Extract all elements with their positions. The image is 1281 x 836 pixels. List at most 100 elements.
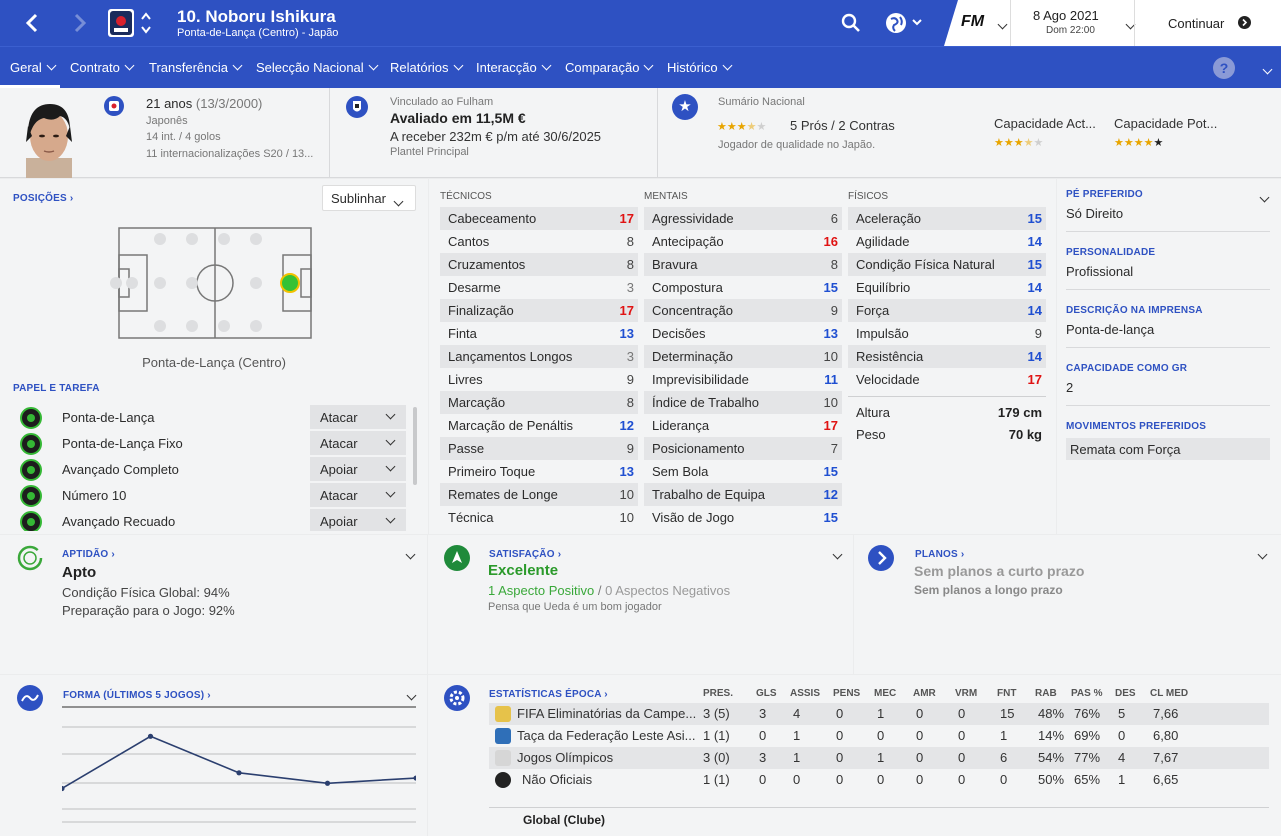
japan-badge-icon[interactable] xyxy=(108,9,134,37)
happiness-positive[interactable]: 1 Aspecto Positivo xyxy=(488,583,594,598)
table-row[interactable]: Jogos Olímpicos 3 (0) 3 1 0 1 0 0 6 54% 77% 4 7,67 xyxy=(489,747,1269,769)
happiness-label[interactable]: SATISFAÇÃO › xyxy=(489,549,561,560)
globe-icon[interactable] xyxy=(885,11,925,35)
table-row[interactable]: Taça da Federação Leste Asi... 1 (1) 0 1 0 0 0… xyxy=(489,725,1269,747)
attribute-row[interactable]: Resistência 14 xyxy=(848,345,1046,368)
attribute-row[interactable]: Antecipação 16 xyxy=(644,230,842,253)
column-header[interactable]: AMR xyxy=(913,688,936,699)
column-header[interactable]: DES xyxy=(1115,688,1136,699)
form-point[interactable] xyxy=(324,780,331,786)
attribute-row[interactable]: Compostura 15 xyxy=(644,276,842,299)
chevron-down-icon[interactable] xyxy=(405,549,416,560)
column-header[interactable]: MEC xyxy=(874,688,896,699)
nav-chevron-down-icon[interactable] xyxy=(1262,64,1273,75)
highlight-select[interactable]: Sublinhar xyxy=(322,185,416,211)
column-header[interactable]: CL MED xyxy=(1150,688,1188,699)
attribute-row[interactable]: Decisões 13 xyxy=(644,322,842,345)
attribute-row[interactable]: Bravura 8 xyxy=(644,253,842,276)
attribute-row[interactable]: Passe 9 xyxy=(440,437,638,460)
attribute-row[interactable]: Equilíbrio 14 xyxy=(848,276,1046,299)
table-row[interactable]: FIFA Eliminatórias da Campe... 3 (5) 3 4 0 1 0… xyxy=(489,703,1269,725)
chevron-down-icon[interactable] xyxy=(832,549,843,560)
attribute-row[interactable]: Aceleração 15 xyxy=(848,207,1046,230)
chevron-down-icon[interactable] xyxy=(406,690,417,701)
duty-select[interactable]: Atacar xyxy=(310,431,406,455)
form-point[interactable] xyxy=(413,775,419,781)
attribute-row[interactable]: Remates de Longe 10 xyxy=(440,483,638,506)
form-point[interactable] xyxy=(236,770,242,776)
attribute-row[interactable]: Cruzamentos 8 xyxy=(440,253,638,276)
tab-comparacao[interactable]: Comparação xyxy=(565,60,654,75)
competition-name[interactable]: Taça da Federação Leste Asi... xyxy=(517,728,696,743)
attribute-row[interactable]: Imprevisibilidade 11 xyxy=(644,368,842,391)
tab-seleccao-nacional[interactable]: Selecção Nacional xyxy=(256,60,379,75)
positions-label[interactable]: POSIÇÕES › xyxy=(13,193,73,204)
column-header[interactable]: VRM xyxy=(955,688,977,699)
column-header[interactable]: PRES. xyxy=(703,688,733,699)
duty-select[interactable]: Atacar xyxy=(310,405,406,429)
tab-contrato[interactable]: Contrato xyxy=(70,60,135,75)
attribute-row[interactable]: Posicionamento 7 xyxy=(644,437,842,460)
attribute-row[interactable]: Impulsão 9 xyxy=(848,322,1046,345)
roles-scrollbar[interactable] xyxy=(413,407,417,485)
tab-interaccao[interactable]: Interacção xyxy=(476,60,552,75)
attribute-row[interactable]: Agressividade 6 xyxy=(644,207,842,230)
chevron-down-icon[interactable] xyxy=(1257,549,1268,560)
attribute-row[interactable]: Marcação de Penáltis 12 xyxy=(440,414,638,437)
fm-menu[interactable]: FM 8 Ago 2021 Dom 22:00 Continuar xyxy=(944,0,1281,46)
duty-select[interactable]: Apoiar xyxy=(310,509,406,531)
role-row[interactable]: Ponta-de-Lança Fixo Atacar xyxy=(14,431,406,455)
column-header[interactable]: FNT xyxy=(997,688,1016,699)
form-point[interactable] xyxy=(147,733,154,739)
attribute-row[interactable]: Liderança 17 xyxy=(644,414,842,437)
forward-icon[interactable] xyxy=(68,12,90,34)
happiness-negative[interactable]: 0 Aspectos Negativos xyxy=(605,583,730,598)
attribute-row[interactable]: Condição Física Natural 15 xyxy=(848,253,1046,276)
column-header[interactable]: RAB xyxy=(1035,688,1057,699)
attribute-row[interactable]: Primeiro Toque 13 xyxy=(440,460,638,483)
tab-transferencia[interactable]: Transferência xyxy=(149,60,243,75)
player-switch-icon[interactable] xyxy=(140,10,152,36)
attribute-row[interactable]: Finalização 17 xyxy=(440,299,638,322)
attribute-row[interactable]: Técnica 10 xyxy=(440,506,638,529)
attribute-row[interactable]: Trabalho de Equipa 12 xyxy=(644,483,842,506)
attribute-row[interactable]: Finta 13 xyxy=(440,322,638,345)
column-header[interactable]: ASSIS xyxy=(790,688,820,699)
duty-select[interactable]: Apoiar xyxy=(310,457,406,481)
search-icon[interactable] xyxy=(840,12,862,34)
attribute-row[interactable]: Cabeceamento 17 xyxy=(440,207,638,230)
chevron-down-icon[interactable] xyxy=(1259,192,1270,203)
column-header[interactable]: GLS xyxy=(756,688,777,699)
fitness-label[interactable]: APTIDÃO › xyxy=(62,549,115,560)
attribute-row[interactable]: Determinação 10 xyxy=(644,345,842,368)
continue-button[interactable]: Continuar xyxy=(1134,0,1281,46)
attribute-row[interactable]: Força 14 xyxy=(848,299,1046,322)
competition-name[interactable]: FIFA Eliminatórias da Campe... xyxy=(517,706,696,721)
attribute-row[interactable]: Sem Bola 15 xyxy=(644,460,842,483)
competition-name[interactable]: Não Oficiais xyxy=(522,772,592,787)
tab-geral[interactable]: Geral xyxy=(10,60,57,75)
role-row[interactable]: Avançado Completo Apoiar xyxy=(14,457,406,481)
role-row[interactable]: Ponta-de-Lança Atacar xyxy=(14,405,406,429)
attribute-row[interactable]: Cantos 8 xyxy=(440,230,638,253)
tab-relatorios[interactable]: Relatórios xyxy=(390,60,463,75)
attribute-row[interactable]: Agilidade 14 xyxy=(848,230,1046,253)
attribute-row[interactable]: Lançamentos Longos 3 xyxy=(440,345,638,368)
attribute-row[interactable]: Desarme 3 xyxy=(440,276,638,299)
back-icon[interactable] xyxy=(22,12,44,34)
chevron-down-icon[interactable] xyxy=(997,19,1008,30)
role-row[interactable]: Avançado Recuado Apoiar xyxy=(14,509,406,531)
form-label[interactable]: FORMA (ÚLTIMOS 5 JOGOS) › xyxy=(63,690,211,701)
plans-label[interactable]: PLANOS › xyxy=(915,549,964,560)
season-stats-label[interactable]: ESTATÍSTICAS ÉPOCA › xyxy=(489,689,608,700)
tab-historico[interactable]: Histórico xyxy=(667,60,733,75)
duty-select[interactable]: Atacar xyxy=(310,483,406,507)
role-row[interactable]: Número 10 Atacar xyxy=(14,483,406,507)
attribute-row[interactable]: Velocidade 17 xyxy=(848,368,1046,391)
table-row[interactable]: Não Oficiais 1 (1) 0 0 0 0 0 0 0 50% 65% 1 6,65 xyxy=(489,769,1269,791)
attribute-row[interactable]: Índice de Trabalho 10 xyxy=(644,391,842,414)
attribute-row[interactable]: Livres 9 xyxy=(440,368,638,391)
attribute-row[interactable]: Concentração 9 xyxy=(644,299,842,322)
competition-name[interactable]: Jogos Olímpicos xyxy=(517,750,613,765)
attribute-row[interactable]: Marcação 8 xyxy=(440,391,638,414)
